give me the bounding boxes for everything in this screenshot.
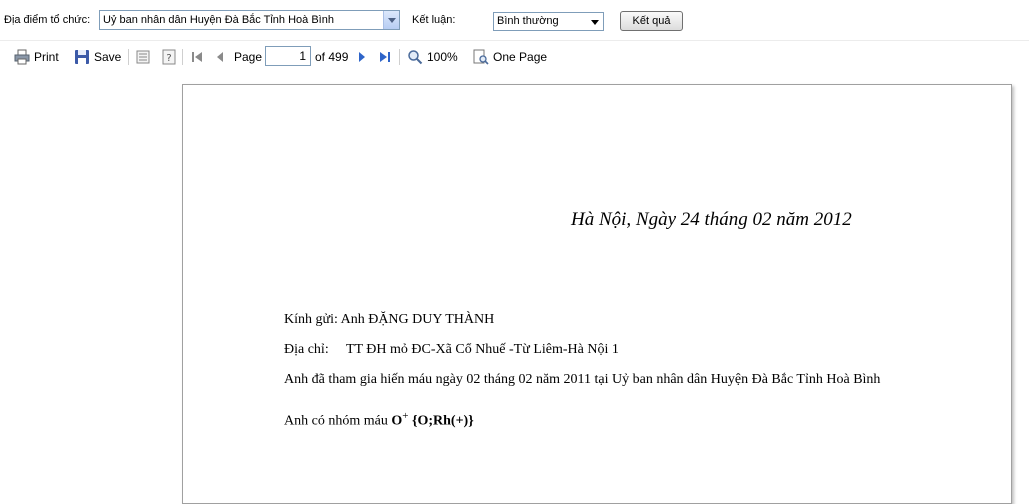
first-page-icon xyxy=(192,52,202,62)
last-page-button[interactable] xyxy=(378,47,392,67)
chevron-down-icon[interactable] xyxy=(587,13,603,30)
document-map-button[interactable] xyxy=(136,47,150,67)
last-page-icon xyxy=(380,52,390,62)
view-mode-button[interactable]: One Page xyxy=(473,47,547,67)
floppy-disk-icon xyxy=(75,50,89,64)
print-button[interactable]: Print xyxy=(14,47,59,67)
blood-group-detail: {O;Rh(+)} xyxy=(411,413,474,429)
chevron-down-icon[interactable] xyxy=(383,11,399,29)
zoom-button[interactable]: 100% xyxy=(407,47,458,67)
toolbar-divider xyxy=(128,49,129,65)
location-label: Địa điểm tổ chức: xyxy=(4,14,91,26)
conclusion-select-value: Bình thường xyxy=(497,15,559,27)
next-page-icon xyxy=(359,52,365,62)
page-magnifier-icon xyxy=(473,49,489,65)
location-select-value: Uỷ ban nhân dân Huyện Đà Bắc Tỉnh Hoà Bì… xyxy=(103,14,334,26)
location-select[interactable]: Uỷ ban nhân dân Huyện Đà Bắc Tỉnh Hoà Bì… xyxy=(99,10,400,30)
view-mode-label: One Page xyxy=(493,50,548,64)
previous-page-icon xyxy=(217,52,223,62)
conclusion-label: Kết luận: xyxy=(412,14,456,26)
page-label: Page xyxy=(234,50,263,64)
greeting-line: Kính gửi: Anh ĐẶNG DUY THÀNH xyxy=(284,312,495,327)
magnifier-icon xyxy=(408,50,423,65)
page-number-input[interactable] xyxy=(265,46,311,66)
save-button[interactable]: Save xyxy=(74,47,121,67)
print-label: Print xyxy=(34,50,59,64)
donation-line: Anh đã tham gia hiến máu ngày 02 tháng 0… xyxy=(284,372,881,387)
blood-group-value: O xyxy=(391,413,403,429)
save-label: Save xyxy=(94,50,122,64)
page-count: of 499 xyxy=(315,50,349,64)
address-line: Địa chỉ: TT ĐH mỏ ĐC-Xã Cổ Nhuế -Từ Liêm… xyxy=(284,342,619,357)
document-map-icon xyxy=(136,50,150,64)
conclusion-select[interactable]: Bình thường xyxy=(493,12,604,31)
document-dateline: Hà Nội, Ngày 24 tháng 02 năm 2012 xyxy=(571,209,852,230)
previous-page-button[interactable] xyxy=(214,47,226,67)
report-toolbar: Print Save ? Page of 499 xyxy=(0,40,1029,73)
help-button[interactable]: ? xyxy=(162,47,176,67)
result-button[interactable]: Kết quả xyxy=(620,11,683,31)
svg-text:?: ? xyxy=(166,53,171,64)
first-page-button[interactable] xyxy=(190,47,204,67)
next-page-button[interactable] xyxy=(356,47,368,67)
printer-icon xyxy=(14,49,30,65)
report-page: Hà Nội, Ngày 24 tháng 02 năm 2012 Kính g… xyxy=(182,84,1012,504)
blood-group-prefix: Anh có nhóm máu xyxy=(284,413,388,429)
filter-bar: Địa điểm tổ chức: Uỷ ban nhân dân Huyện … xyxy=(0,0,1029,40)
toolbar-divider xyxy=(399,49,400,65)
blood-group-sign: + xyxy=(402,410,409,422)
help-icon: ? xyxy=(162,49,176,65)
blood-group-line: Anh có nhóm máu O+ {O;Rh(+)} xyxy=(284,410,474,430)
toolbar-divider xyxy=(182,49,183,65)
zoom-label: 100% xyxy=(427,50,458,64)
